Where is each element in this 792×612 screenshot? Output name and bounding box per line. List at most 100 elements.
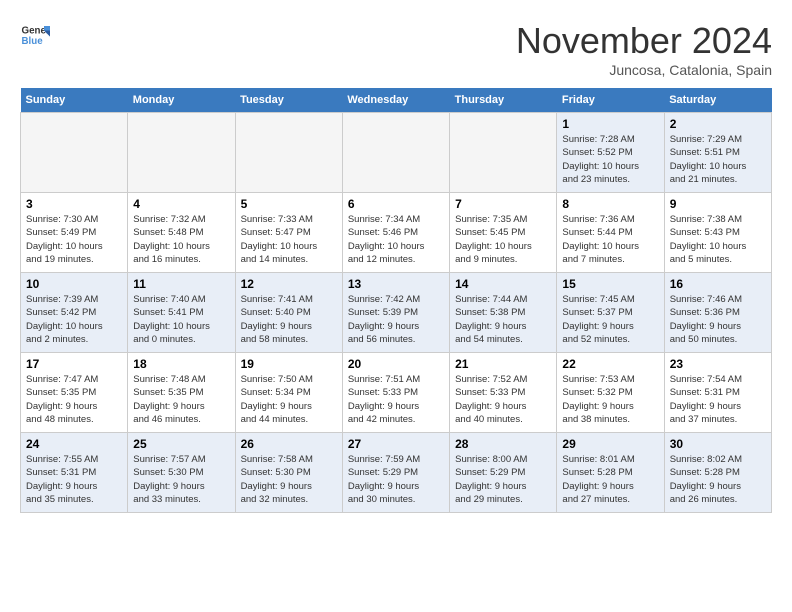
calendar-cell bbox=[128, 113, 235, 193]
day-info: Sunrise: 7:39 AM Sunset: 5:42 PM Dayligh… bbox=[26, 293, 122, 346]
day-number: 8 bbox=[562, 197, 658, 211]
day-number: 11 bbox=[133, 277, 229, 291]
calendar-cell: 14Sunrise: 7:44 AM Sunset: 5:38 PM Dayli… bbox=[450, 273, 557, 353]
header-monday: Monday bbox=[128, 88, 235, 113]
day-number: 28 bbox=[455, 437, 551, 451]
calendar-cell bbox=[235, 113, 342, 193]
calendar-cell: 5 Sunrise: 7:33 AM Sunset: 5:47 PM Daylig… bbox=[235, 193, 342, 273]
day-number: 24 bbox=[26, 437, 122, 451]
day-number: 25 bbox=[133, 437, 229, 451]
header-sunday: Sunday bbox=[21, 88, 128, 113]
day-number: 26 bbox=[241, 437, 337, 451]
calendar-cell: 7 Sunrise: 7:35 AM Sunset: 5:45 PM Daylig… bbox=[450, 193, 557, 273]
day-number: 5 bbox=[241, 197, 337, 211]
day-info: Sunrise: 7:36 AM Sunset: 5:44 PM Dayligh… bbox=[562, 213, 658, 266]
day-info: Sunrise: 7:52 AM Sunset: 5:33 PM Dayligh… bbox=[455, 373, 551, 426]
day-number: 22 bbox=[562, 357, 658, 371]
day-info: Sunrise: 7:46 AM Sunset: 5:36 PM Dayligh… bbox=[670, 293, 766, 346]
calendar-cell bbox=[342, 113, 449, 193]
day-info: Sunrise: 7:30 AM Sunset: 5:49 PM Dayligh… bbox=[26, 213, 122, 266]
logo-icon: General Blue bbox=[20, 20, 50, 50]
calendar-cell: 11 Sunrise: 7:40 AM Sunset: 5:41 PM Dayli… bbox=[128, 273, 235, 353]
day-number: 12 bbox=[241, 277, 337, 291]
header-saturday: Saturday bbox=[664, 88, 771, 113]
day-number: 18 bbox=[133, 357, 229, 371]
day-number: 1 bbox=[562, 117, 658, 131]
calendar-week-row: 10 Sunrise: 7:39 AM Sunset: 5:42 PM Dayli… bbox=[21, 273, 772, 353]
calendar-cell bbox=[21, 113, 128, 193]
day-number: 6 bbox=[348, 197, 444, 211]
day-info: Sunrise: 7:57 AM Sunset: 5:30 PM Dayligh… bbox=[133, 453, 229, 506]
day-info: Sunrise: 7:48 AM Sunset: 5:35 PM Dayligh… bbox=[133, 373, 229, 426]
day-info: Sunrise: 7:32 AM Sunset: 5:48 PM Dayligh… bbox=[133, 213, 229, 266]
calendar-week-row: 1Sunrise: 7:28 AM Sunset: 5:52 PM Daylig… bbox=[21, 113, 772, 193]
calendar-cell: 2 Sunrise: 7:29 AM Sunset: 5:51 PM Daylig… bbox=[664, 113, 771, 193]
calendar-week-row: 3 Sunrise: 7:30 AM Sunset: 5:49 PM Daylig… bbox=[21, 193, 772, 273]
day-number: 21 bbox=[455, 357, 551, 371]
day-info: Sunrise: 7:44 AM Sunset: 5:38 PM Dayligh… bbox=[455, 293, 551, 346]
calendar-cell: 19Sunrise: 7:50 AM Sunset: 5:34 PM Dayli… bbox=[235, 353, 342, 433]
calendar-cell: 13Sunrise: 7:42 AM Sunset: 5:39 PM Dayli… bbox=[342, 273, 449, 353]
day-number: 9 bbox=[670, 197, 766, 211]
calendar-cell: 15 Sunrise: 7:45 AM Sunset: 5:37 PM Dayli… bbox=[557, 273, 664, 353]
calendar-cell bbox=[450, 113, 557, 193]
day-info: Sunrise: 7:58 AM Sunset: 5:30 PM Dayligh… bbox=[241, 453, 337, 506]
location-subtitle: Juncosa, Catalonia, Spain bbox=[516, 62, 772, 78]
day-number: 7 bbox=[455, 197, 551, 211]
calendar-cell: 24 Sunrise: 7:55 AM Sunset: 5:31 PM Dayli… bbox=[21, 433, 128, 513]
calendar-cell: 23 Sunrise: 7:54 AM Sunset: 5:31 PM Dayli… bbox=[664, 353, 771, 433]
calendar-cell: 20 Sunrise: 7:51 AM Sunset: 5:33 PM Dayli… bbox=[342, 353, 449, 433]
calendar-cell: 26 Sunrise: 7:58 AM Sunset: 5:30 PM Dayli… bbox=[235, 433, 342, 513]
day-info: Sunrise: 8:02 AM Sunset: 5:28 PM Dayligh… bbox=[670, 453, 766, 506]
day-info: Sunrise: 7:42 AM Sunset: 5:39 PM Dayligh… bbox=[348, 293, 444, 346]
day-number: 27 bbox=[348, 437, 444, 451]
day-number: 20 bbox=[348, 357, 444, 371]
day-info: Sunrise: 7:54 AM Sunset: 5:31 PM Dayligh… bbox=[670, 373, 766, 426]
calendar-cell: 30 Sunrise: 8:02 AM Sunset: 5:28 PM Dayli… bbox=[664, 433, 771, 513]
calendar-body: 1Sunrise: 7:28 AM Sunset: 5:52 PM Daylig… bbox=[21, 113, 772, 513]
day-info: Sunrise: 7:51 AM Sunset: 5:33 PM Dayligh… bbox=[348, 373, 444, 426]
day-number: 2 bbox=[670, 117, 766, 131]
day-info: Sunrise: 7:47 AM Sunset: 5:35 PM Dayligh… bbox=[26, 373, 122, 426]
header-wednesday: Wednesday bbox=[342, 88, 449, 113]
day-number: 23 bbox=[670, 357, 766, 371]
calendar-cell: 4Sunrise: 7:32 AM Sunset: 5:48 PM Daylig… bbox=[128, 193, 235, 273]
calendar-cell: 8 Sunrise: 7:36 AM Sunset: 5:44 PM Daylig… bbox=[557, 193, 664, 273]
calendar-cell: 27Sunrise: 7:59 AM Sunset: 5:29 PM Dayli… bbox=[342, 433, 449, 513]
calendar-cell: 3 Sunrise: 7:30 AM Sunset: 5:49 PM Daylig… bbox=[21, 193, 128, 273]
day-info: Sunrise: 7:29 AM Sunset: 5:51 PM Dayligh… bbox=[670, 133, 766, 186]
calendar-cell: 25 Sunrise: 7:57 AM Sunset: 5:30 PM Dayli… bbox=[128, 433, 235, 513]
calendar-table: SundayMondayTuesdayWednesdayThursdayFrid… bbox=[20, 88, 772, 513]
title-area: November 2024 Juncosa, Catalonia, Spain bbox=[516, 20, 772, 78]
calendar-cell: 6Sunrise: 7:34 AM Sunset: 5:46 PM Daylig… bbox=[342, 193, 449, 273]
day-number: 30 bbox=[670, 437, 766, 451]
day-number: 3 bbox=[26, 197, 122, 211]
day-info: Sunrise: 7:40 AM Sunset: 5:41 PM Dayligh… bbox=[133, 293, 229, 346]
calendar-cell: 1Sunrise: 7:28 AM Sunset: 5:52 PM Daylig… bbox=[557, 113, 664, 193]
day-info: Sunrise: 7:33 AM Sunset: 5:47 PM Dayligh… bbox=[241, 213, 337, 266]
day-number: 15 bbox=[562, 277, 658, 291]
calendar-cell: 28 Sunrise: 8:00 AM Sunset: 5:29 PM Dayli… bbox=[450, 433, 557, 513]
day-info: Sunrise: 7:55 AM Sunset: 5:31 PM Dayligh… bbox=[26, 453, 122, 506]
day-number: 16 bbox=[670, 277, 766, 291]
header-row: SundayMondayTuesdayWednesdayThursdayFrid… bbox=[21, 88, 772, 113]
day-info: Sunrise: 7:38 AM Sunset: 5:43 PM Dayligh… bbox=[670, 213, 766, 266]
day-info: Sunrise: 8:00 AM Sunset: 5:29 PM Dayligh… bbox=[455, 453, 551, 506]
day-info: Sunrise: 7:35 AM Sunset: 5:45 PM Dayligh… bbox=[455, 213, 551, 266]
svg-text:Blue: Blue bbox=[22, 36, 44, 47]
logo: General Blue bbox=[20, 20, 50, 50]
day-number: 29 bbox=[562, 437, 658, 451]
calendar-cell: 16 Sunrise: 7:46 AM Sunset: 5:36 PM Dayli… bbox=[664, 273, 771, 353]
month-title: November 2024 bbox=[516, 20, 772, 62]
header-thursday: Thursday bbox=[450, 88, 557, 113]
calendar-cell: 22Sunrise: 7:53 AM Sunset: 5:32 PM Dayli… bbox=[557, 353, 664, 433]
calendar-cell: 10 Sunrise: 7:39 AM Sunset: 5:42 PM Dayli… bbox=[21, 273, 128, 353]
day-number: 10 bbox=[26, 277, 122, 291]
header-tuesday: Tuesday bbox=[235, 88, 342, 113]
calendar-week-row: 24 Sunrise: 7:55 AM Sunset: 5:31 PM Dayli… bbox=[21, 433, 772, 513]
calendar-week-row: 17Sunrise: 7:47 AM Sunset: 5:35 PM Dayli… bbox=[21, 353, 772, 433]
day-info: Sunrise: 7:45 AM Sunset: 5:37 PM Dayligh… bbox=[562, 293, 658, 346]
calendar-cell: 29Sunrise: 8:01 AM Sunset: 5:28 PM Dayli… bbox=[557, 433, 664, 513]
calendar-cell: 12Sunrise: 7:41 AM Sunset: 5:40 PM Dayli… bbox=[235, 273, 342, 353]
calendar-cell: 21 Sunrise: 7:52 AM Sunset: 5:33 PM Dayli… bbox=[450, 353, 557, 433]
